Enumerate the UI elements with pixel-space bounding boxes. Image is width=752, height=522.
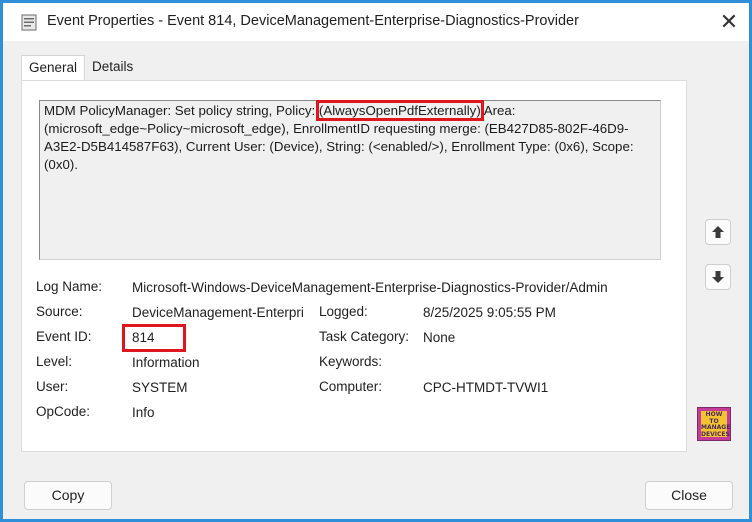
next-event-button[interactable] [705,264,731,290]
arrow-down-icon [712,271,724,283]
close-button[interactable]: Close [645,481,733,510]
opcode-value: Info [132,405,155,420]
opcode-label: OpCode: [36,404,91,419]
close-window-icon[interactable]: ✕ [716,9,742,35]
tab-general[interactable]: General [21,55,85,82]
level-value: Information [132,355,200,370]
event-id-value: 814 [132,330,155,345]
log-name-label: Log Name: [36,279,103,294]
tab-details[interactable]: Details [85,55,145,81]
log-name-value: Microsoft-Windows-DeviceManagement-Enter… [132,280,608,295]
event-viewer-icon [21,14,37,31]
computer-label: Computer: [319,379,383,394]
logged-value: 8/25/2025 9:05:55 PM [423,305,556,320]
arrow-up-icon [712,226,724,238]
level-label: Level: [36,354,73,369]
source-label: Source: [36,304,83,319]
event-description[interactable]: MDM PolicyManager: Set policy string, Po… [39,100,661,260]
previous-event-button[interactable] [705,219,731,245]
how-to-manage-devices-logo: HOW TO MANAGE DEVICES [697,407,731,441]
window-title: Event Properties - Event 814, DeviceMana… [47,13,579,29]
event-id-label: Event ID: [36,329,92,344]
policy-name-highlight: (AlwaysOpenPdfExternally) [315,100,484,121]
task-category-label: Task Category: [319,329,410,344]
keywords-label: Keywords: [319,354,383,369]
user-value: SYSTEM [132,380,188,395]
logged-label: Logged: [319,304,368,319]
task-category-value: None [423,330,456,345]
title-bar: Event Properties - Event 814, DeviceMana… [3,3,749,41]
event-properties-window: Event Properties - Event 814, DeviceMana… [0,0,752,522]
user-label: User: [36,379,69,394]
general-panel: MDM PolicyManager: Set policy string, Po… [21,80,687,452]
logo-text: HOW TO MANAGE DEVICES [701,411,731,438]
computer-value: CPC-HTMDT-TVWI1 [423,380,549,395]
copy-button[interactable]: Copy [24,481,112,510]
message-prefix: MDM PolicyManager: Set policy string, Po… [44,103,319,118]
source-value: DeviceManagement-Enterpri [132,305,304,320]
